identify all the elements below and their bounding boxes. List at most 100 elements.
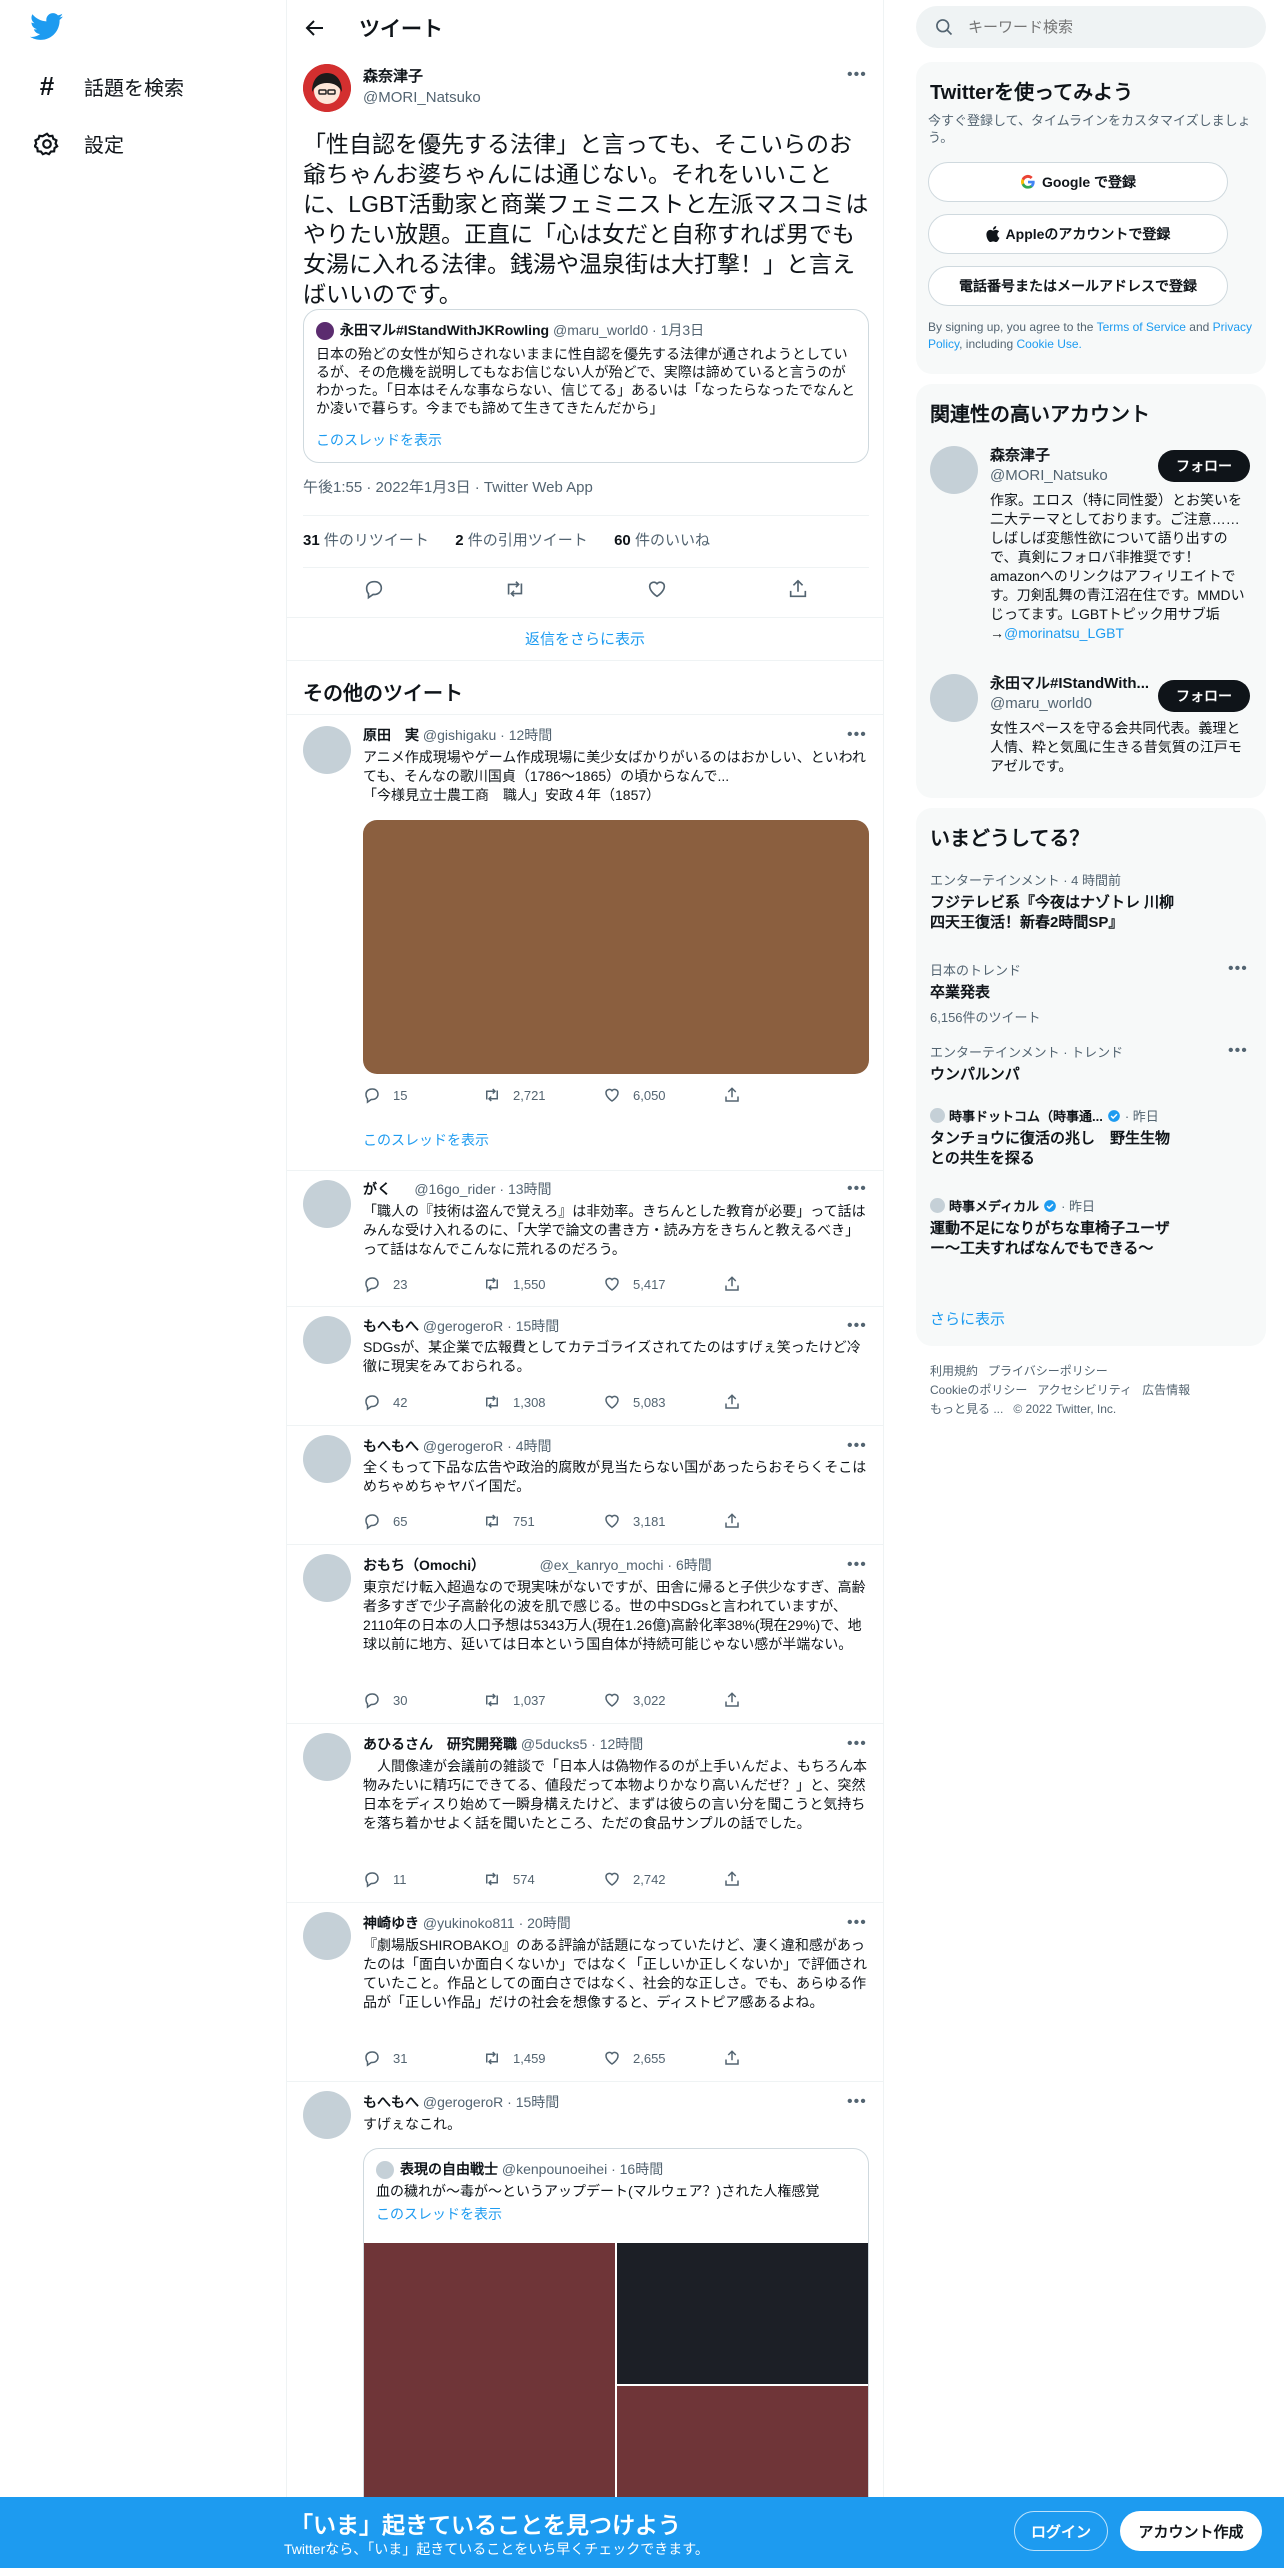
like-button[interactable]: 5,083 xyxy=(603,1393,723,1411)
avatar[interactable] xyxy=(303,64,351,112)
tweet-author[interactable]: がく @16go_rider · 13時間 xyxy=(363,1180,552,1199)
retweet-button[interactable]: 1,037 xyxy=(483,1691,603,1709)
footer-link[interactable]: Cookieのポリシー xyxy=(930,1383,1027,1397)
search-box[interactable] xyxy=(916,6,1266,48)
tweet-author[interactable]: 神崎ゆき @yukinoko811 · 20時間 xyxy=(363,1914,571,1933)
nav-settings[interactable]: 設定 xyxy=(34,129,124,158)
like-button[interactable]: 6,050 xyxy=(603,1086,723,1104)
nav-explore[interactable]: # 話題を検索 xyxy=(34,71,184,102)
more-options-icon[interactable]: ••• xyxy=(847,1437,867,1455)
author-name[interactable]: 森奈津子 xyxy=(363,67,423,87)
more-options-icon[interactable]: ••• xyxy=(847,2093,867,2111)
share-button[interactable] xyxy=(723,1870,843,1888)
like-button[interactable]: 5,417 xyxy=(603,1275,723,1293)
follow-button[interactable]: フォロー xyxy=(1158,450,1250,482)
show-more-replies-link[interactable]: 返信をさらに表示 xyxy=(287,630,883,650)
reply-button[interactable]: 65 xyxy=(363,1512,483,1530)
share-button[interactable] xyxy=(723,1512,843,1530)
more-options-icon[interactable]: ••• xyxy=(1228,960,1248,978)
reply-button[interactable]: 30 xyxy=(363,1691,483,1709)
share-button[interactable] xyxy=(723,1691,843,1709)
phone-email-signup-button[interactable]: 電話番号またはメールアドレスで登録 xyxy=(928,266,1228,306)
news-item[interactable]: 時事ドットコム（時事通... · 昨日 タンチョウに復活の兆し 野生生物との共生… xyxy=(930,1106,1180,1169)
reply-icon[interactable] xyxy=(363,578,385,600)
retweet-button[interactable]: 1,459 xyxy=(483,2049,603,2067)
author-handle[interactable]: @MORI_Natsuko xyxy=(363,88,481,108)
account-name[interactable]: 森奈津子 xyxy=(990,446,1050,466)
tweet-author[interactable]: もへもへ @gerogeroR · 15時間 xyxy=(363,1317,559,1336)
follow-button[interactable]: フォロー xyxy=(1158,680,1250,712)
retweet-button[interactable]: 751 xyxy=(483,1512,603,1530)
more-options-icon[interactable]: ••• xyxy=(847,726,867,744)
retweet-button[interactable]: 2,721 xyxy=(483,1086,603,1104)
like-button[interactable]: 2,742 xyxy=(603,1870,723,1888)
back-arrow-icon[interactable] xyxy=(299,12,331,44)
search-input[interactable] xyxy=(968,15,1248,39)
footer-link[interactable]: アクセシビリティ xyxy=(1037,1383,1132,1397)
account-handle[interactable]: @MORI_Natsuko xyxy=(990,466,1108,486)
likes-stat[interactable]: 60 件のいいね xyxy=(614,532,710,549)
avatar[interactable] xyxy=(303,1733,351,1781)
avatar[interactable] xyxy=(303,1316,351,1364)
more-options-icon[interactable]: ••• xyxy=(847,1914,867,1932)
reply-button[interactable]: 15 xyxy=(363,1086,483,1104)
footer-more-link[interactable]: もっと見る ... xyxy=(930,1402,1003,1416)
footer-link[interactable]: プライバシーポリシー xyxy=(988,1364,1108,1378)
quoted-image-2[interactable] xyxy=(617,2243,868,2384)
more-options-icon[interactable]: ••• xyxy=(1228,1042,1248,1060)
more-options-icon[interactable]: ••• xyxy=(847,1735,867,1753)
tweet-image[interactable] xyxy=(363,820,869,1074)
share-icon[interactable] xyxy=(787,578,809,600)
retweets-stat[interactable]: 31 件のリツイート xyxy=(303,532,429,549)
cookie-link[interactable]: Cookie Use. xyxy=(1017,337,1082,351)
tweet-author[interactable]: おもち（Omochi） @ex_kanryo_mochi · 6時間 xyxy=(363,1556,712,1575)
reply-button[interactable]: 23 xyxy=(363,1275,483,1293)
login-button[interactable]: ログイン xyxy=(1014,2511,1108,2551)
bio-link[interactable]: @morinatsu_LGBT xyxy=(1004,625,1124,641)
avatar[interactable] xyxy=(303,1912,351,1960)
like-icon[interactable] xyxy=(646,578,668,600)
account-name[interactable]: 永田マル#IStandWith... xyxy=(990,674,1149,694)
retweet-button[interactable]: 574 xyxy=(483,1870,603,1888)
tweet-author[interactable]: もへもへ @gerogeroR · 15時間 xyxy=(363,2093,559,2112)
quoted-tweet[interactable]: 表現の自由戦士 @kenpounoeihei · 16時間 血の穢れが〜毒が〜と… xyxy=(363,2148,869,2548)
footer-link[interactable]: 広告情報 xyxy=(1142,1383,1190,1397)
retweet-icon[interactable] xyxy=(504,578,526,600)
share-button[interactable] xyxy=(723,1393,843,1411)
like-button[interactable]: 2,655 xyxy=(603,2049,723,2067)
account-handle[interactable]: @maru_world0 xyxy=(990,694,1092,714)
trend-item[interactable]: エンターテインメント · 4 時間前 フジテレビ系『今夜はナゾトレ 川柳四天王復… xyxy=(930,870,1180,933)
apple-signup-button[interactable]: Appleのアカウントで登録 xyxy=(928,214,1228,254)
more-options-icon[interactable]: ••• xyxy=(847,1180,867,1198)
avatar[interactable] xyxy=(303,1180,351,1228)
show-thread-link[interactable]: このスレッドを表示 xyxy=(316,431,442,450)
signup-button[interactable]: アカウント作成 xyxy=(1120,2511,1262,2551)
share-button[interactable] xyxy=(723,1086,843,1104)
reply-button[interactable]: 11 xyxy=(363,1870,483,1888)
news-item[interactable]: 時事メディカル · 昨日 運動不足になりがちな車椅子ユーザー～工夫すればなんでも… xyxy=(930,1196,1180,1259)
tweet-timestamp[interactable]: 午後1:55 · 2022年1月3日 · Twitter Web App xyxy=(303,478,593,498)
twitter-logo-icon[interactable] xyxy=(30,13,64,41)
google-signup-button[interactable]: Google で登録 xyxy=(928,162,1228,202)
quotes-stat[interactable]: 2 件の引用ツイート xyxy=(455,532,588,549)
like-button[interactable]: 3,022 xyxy=(603,1691,723,1709)
avatar[interactable] xyxy=(303,1435,351,1483)
show-more-trends-link[interactable]: さらに表示 xyxy=(930,1310,1005,1330)
share-button[interactable] xyxy=(723,2049,843,2067)
avatar[interactable] xyxy=(303,2091,351,2139)
reply-button[interactable]: 42 xyxy=(363,1393,483,1411)
trend-item[interactable]: エンターテインメント · トレンド ウンパルンパ xyxy=(930,1042,1180,1085)
trend-item[interactable]: 日本のトレンド 卒業発表 6,156件のツイート xyxy=(930,960,1180,1026)
like-button[interactable]: 3,181 xyxy=(603,1512,723,1530)
more-options-icon[interactable]: ••• xyxy=(847,66,867,84)
more-options-icon[interactable]: ••• xyxy=(847,1556,867,1574)
reply-button[interactable]: 31 xyxy=(363,2049,483,2067)
share-button[interactable] xyxy=(723,1275,843,1293)
tweet-author[interactable]: あひるさん 研究開発職 @5ducks5 · 12時間 xyxy=(363,1735,643,1754)
terms-link[interactable]: Terms of Service xyxy=(1097,320,1186,334)
tweet-author[interactable]: 原田 実 @gishigaku · 12時間 xyxy=(363,726,552,745)
show-thread-link[interactable]: このスレッドを表示 xyxy=(363,1131,489,1150)
avatar[interactable] xyxy=(303,726,351,774)
retweet-button[interactable]: 1,308 xyxy=(483,1393,603,1411)
tweet-author[interactable]: もへもへ @gerogeroR · 4時間 xyxy=(363,1437,552,1456)
